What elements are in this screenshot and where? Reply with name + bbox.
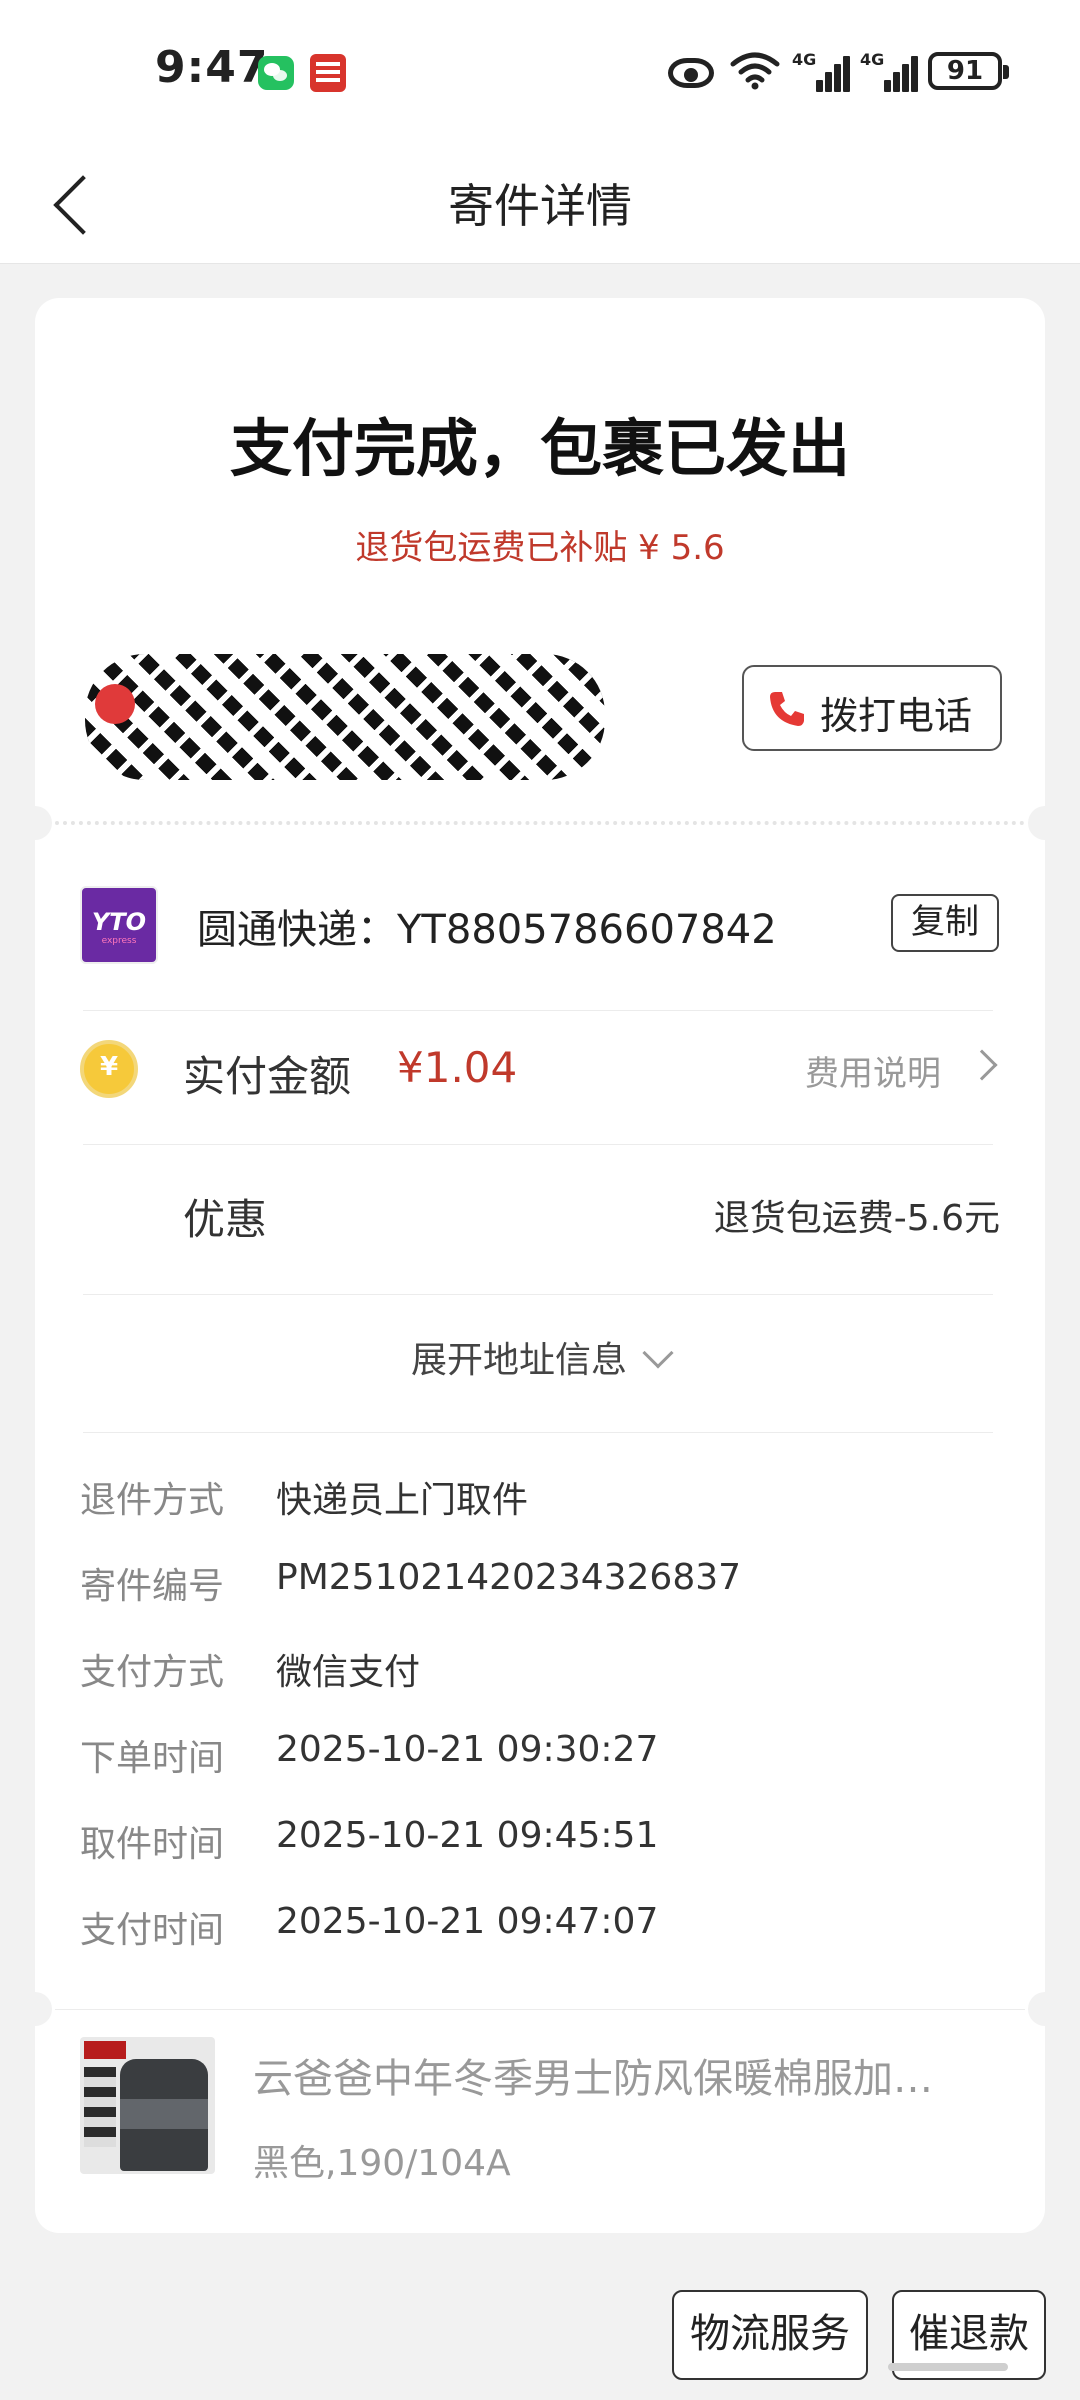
divider (83, 1010, 993, 1011)
logistics-service-button[interactable]: 物流服务 (672, 2290, 868, 2380)
eye-comfort-icon (668, 58, 714, 88)
expand-address-label: 展开地址信息 (410, 1340, 627, 1381)
payment-status-title: 支付完成，包裹已发出 (229, 412, 850, 485)
home-indicator[interactable] (888, 2363, 1008, 2371)
chevron-down-icon (642, 1337, 674, 1369)
copy-tracking-button[interactable]: 复制 (891, 894, 999, 952)
wechat-notification-icon (258, 56, 294, 90)
coin-icon: ¥ (80, 1040, 138, 1098)
detail-row-return-method: 退件方式 快递员上门取件 (80, 1480, 529, 1521)
tracking-number: 圆通快递：YT8805786607842 (197, 907, 777, 953)
cellular-signal-icon: 4G (792, 50, 850, 92)
call-courier-button[interactable]: 拨打电话 (742, 665, 1002, 751)
paid-amount-label: 实付金额 (183, 1052, 352, 1101)
detail-row-order-number: 寄件编号 PM251021420234326837 (80, 1557, 742, 1607)
cellular-signal-icon-2: 4G (860, 50, 918, 92)
nav-header: 寄件详情 (0, 140, 1080, 264)
shipment-detail-card: 支付完成，包裹已发出 退货包运费已补贴 ¥ 5.6 拨打电话 YTO expre… (18, 298, 1062, 2233)
battery-level: 91 (946, 56, 984, 86)
divider (83, 1144, 993, 1145)
wifi-icon (730, 52, 780, 90)
perforation-divider (55, 821, 1025, 825)
status-time: 9:47 (155, 42, 269, 93)
discount-label: 优惠 (183, 1195, 268, 1244)
divider (55, 2009, 1025, 2010)
chevron-right-icon (966, 1049, 998, 1081)
shipping-subsidy-text: 退货包运费已补贴 ¥ 5.6 (355, 528, 725, 568)
redacted-courier-info (85, 654, 605, 780)
call-button-label: 拨打电话 (820, 694, 973, 738)
page-title: 寄件详情 (448, 179, 632, 233)
news-app-notification-icon (310, 54, 346, 92)
ticket-notch-left (18, 1992, 52, 2026)
status-bar: 9:47 4G 4G 91 (0, 0, 1080, 140)
phone-icon (770, 692, 804, 726)
detail-row-pickup-time: 取件时间 2025-10-21 09:45:51 (80, 1815, 659, 1865)
detail-row-payment-method: 支付方式 微信支付 (80, 1652, 421, 1693)
detail-row-payment-time: 支付时间 2025-10-21 09:47:07 (80, 1901, 659, 1951)
fee-explanation-link[interactable]: 费用说明 (805, 1046, 941, 1095)
ticket-notch-right (1028, 806, 1062, 840)
divider (83, 1294, 993, 1295)
product-title[interactable]: 云爸爸中年冬季男士防风保暖棉服加… (253, 2046, 1023, 2104)
expand-address-toggle[interactable]: 展开地址信息 (35, 1331, 1045, 1383)
paid-amount-value: ¥1.04 (397, 1043, 518, 1092)
detail-row-order-time: 下单时间 2025-10-21 09:30:27 (80, 1729, 659, 1779)
discount-value: 退货包运费-5.6元 (713, 1198, 1000, 1239)
product-variant: 黑色,190/104A (253, 2143, 511, 2184)
ticket-notch-right (1028, 1992, 1062, 2026)
yto-express-logo: YTO express (80, 886, 158, 964)
ticket-notch-left (18, 806, 52, 840)
product-thumbnail[interactable] (80, 2037, 215, 2174)
battery-icon: 91 (928, 52, 1009, 90)
divider (83, 1432, 993, 1433)
